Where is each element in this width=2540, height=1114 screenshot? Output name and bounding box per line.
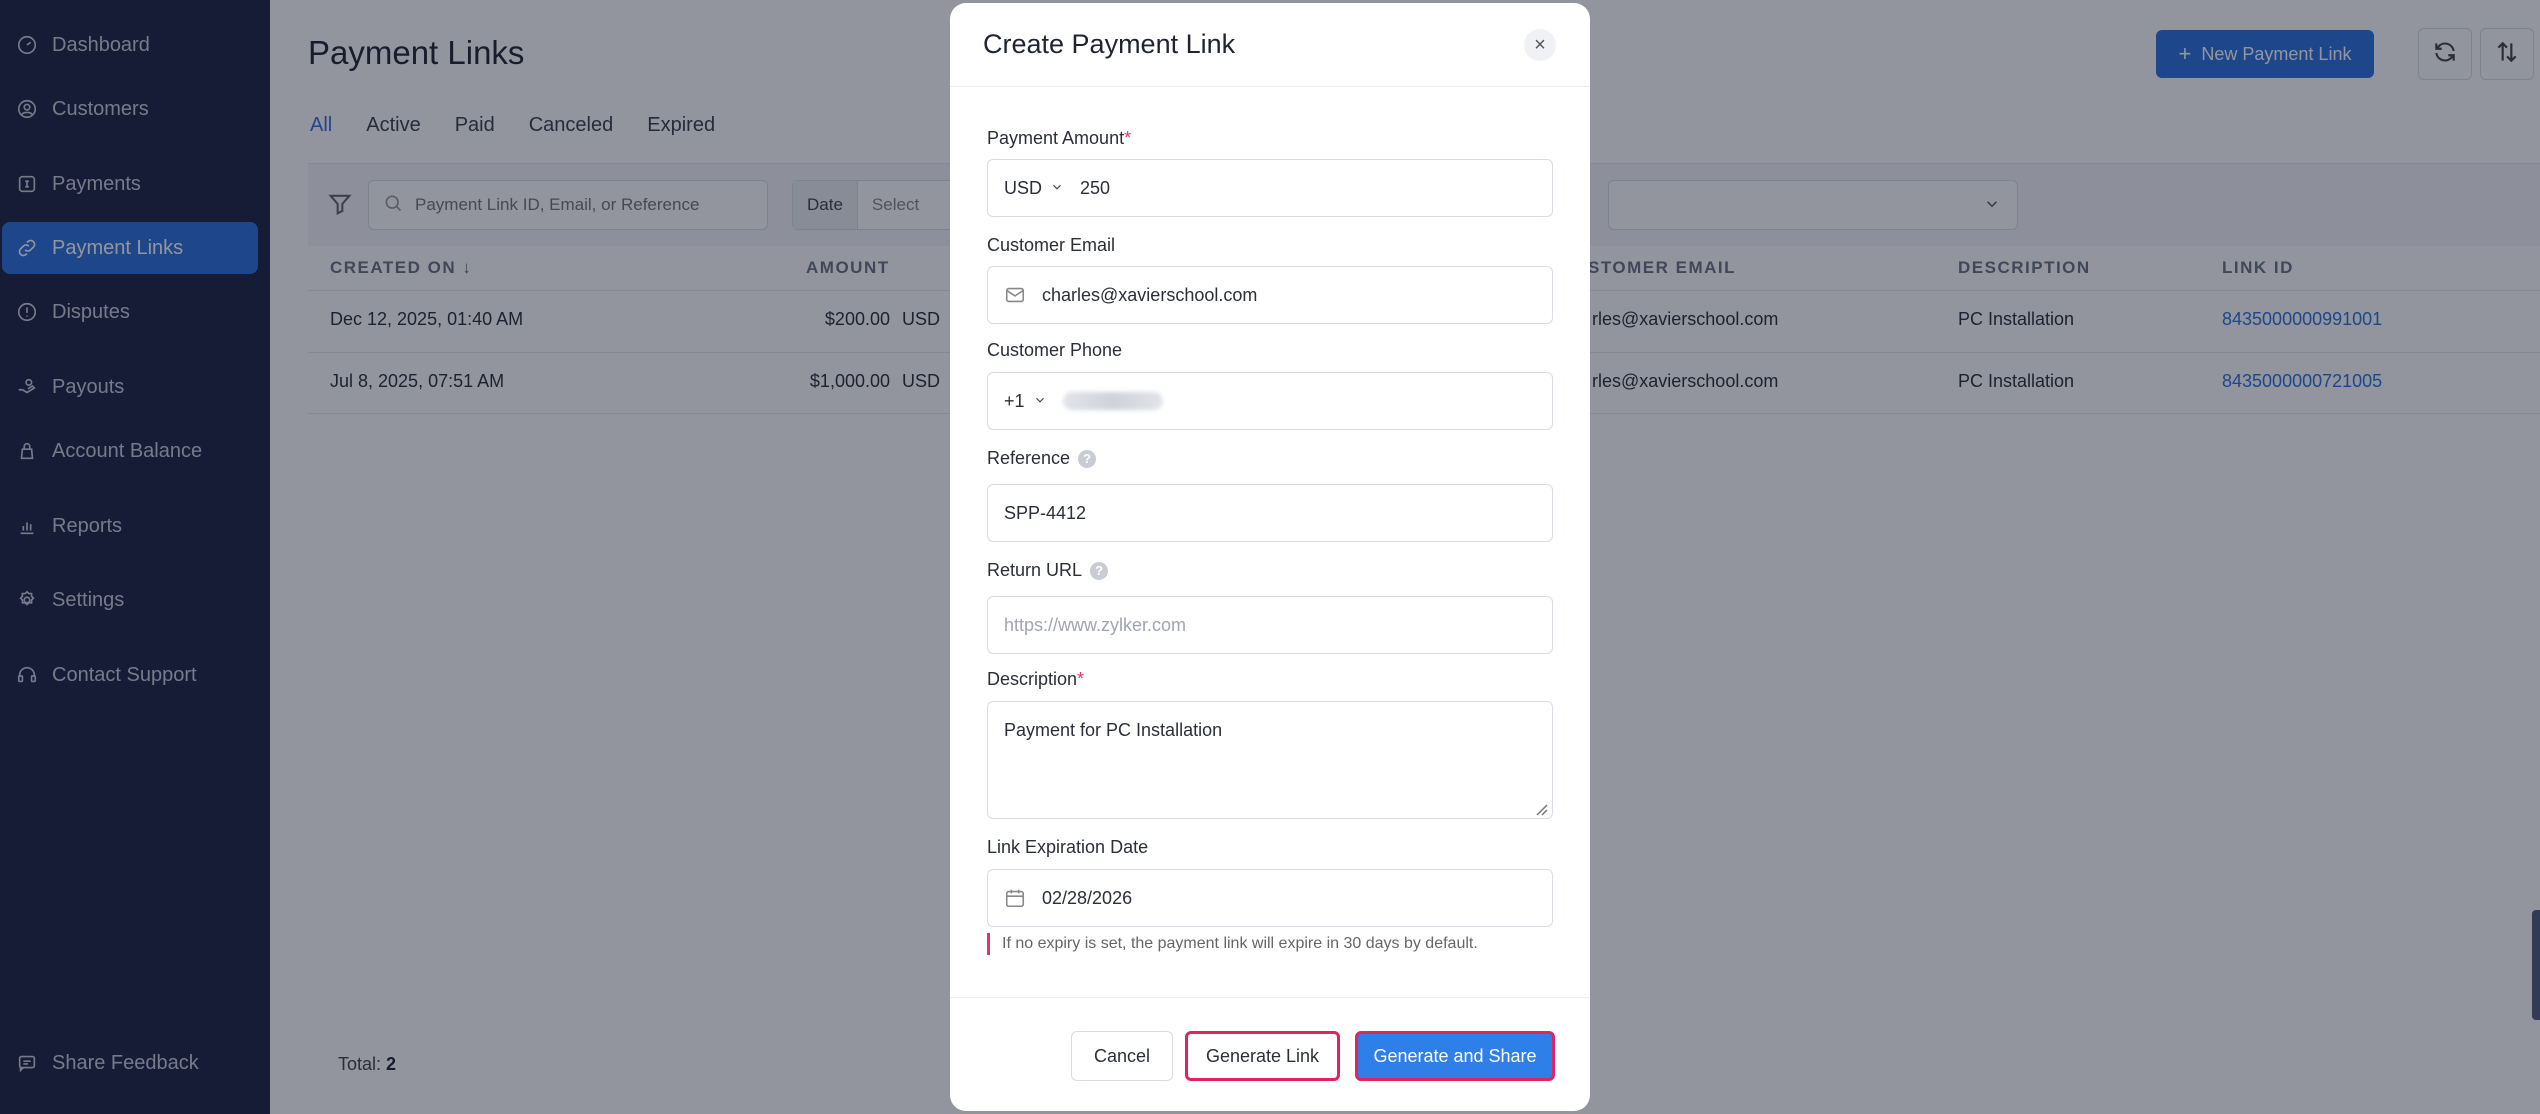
customer-phone-label: Customer Phone: [987, 340, 1123, 360]
amount-input[interactable]: 250: [1080, 178, 1110, 199]
resize-handle-icon[interactable]: [1534, 800, 1548, 816]
payment-amount-label: Payment Amount*: [987, 128, 1132, 148]
payment-amount-field[interactable]: USD 250: [987, 159, 1553, 217]
return-url-field[interactable]: https://www.zylker.com: [987, 596, 1553, 654]
dialog-header: Create Payment Link ×: [950, 3, 1590, 87]
return-url-label: Return URL?: [987, 560, 1109, 581]
help-icon[interactable]: ?: [1078, 450, 1097, 469]
reference-input[interactable]: SPP-4412: [1004, 503, 1086, 524]
reference-field[interactable]: SPP-4412: [987, 484, 1553, 542]
generate-link-button[interactable]: Generate Link: [1185, 1031, 1340, 1081]
close-icon: ×: [1534, 33, 1546, 56]
close-button[interactable]: ×: [1524, 29, 1556, 61]
description-text: Payment for PC Installation: [1004, 720, 1223, 740]
email-input[interactable]: charles@xavierschool.com: [1042, 285, 1257, 306]
expiry-date-field[interactable]: 02/28/2026: [987, 869, 1553, 927]
customer-email-label: Customer Email: [987, 235, 1116, 255]
calendar-icon: [1004, 886, 1028, 910]
mail-icon: [1004, 283, 1028, 307]
currency-select[interactable]: USD: [1004, 178, 1064, 199]
cancel-button[interactable]: Cancel: [1071, 1031, 1173, 1081]
scroll-handle[interactable]: [2532, 910, 2540, 1020]
phone-input-redacted[interactable]: [1062, 392, 1163, 410]
dialog-footer-divider: [950, 997, 1590, 998]
description-label: Description*: [987, 669, 1085, 689]
create-payment-link-dialog: Create Payment Link × Payment Amount* US…: [950, 3, 1590, 1111]
customer-phone-field[interactable]: +1: [987, 372, 1553, 430]
description-textarea[interactable]: Payment for PC Installation: [987, 701, 1553, 819]
help-icon[interactable]: ?: [1090, 562, 1109, 581]
generate-and-share-button[interactable]: Generate and Share: [1355, 1031, 1555, 1081]
expiry-date-input[interactable]: 02/28/2026: [1042, 888, 1132, 909]
customer-email-field[interactable]: charles@xavierschool.com: [987, 266, 1553, 324]
chevron-down-icon: [1025, 391, 1047, 412]
country-code-select[interactable]: +1: [1004, 391, 1047, 412]
reference-label: Reference?: [987, 448, 1097, 469]
dialog-title: Create Payment Link: [983, 29, 1236, 59]
return-url-input[interactable]: https://www.zylker.com: [1004, 615, 1186, 636]
chevron-down-icon: [1042, 178, 1064, 199]
expiry-label: Link Expiration Date: [987, 837, 1149, 857]
expiry-hint: If no expiry is set, the payment link wi…: [987, 933, 1478, 955]
